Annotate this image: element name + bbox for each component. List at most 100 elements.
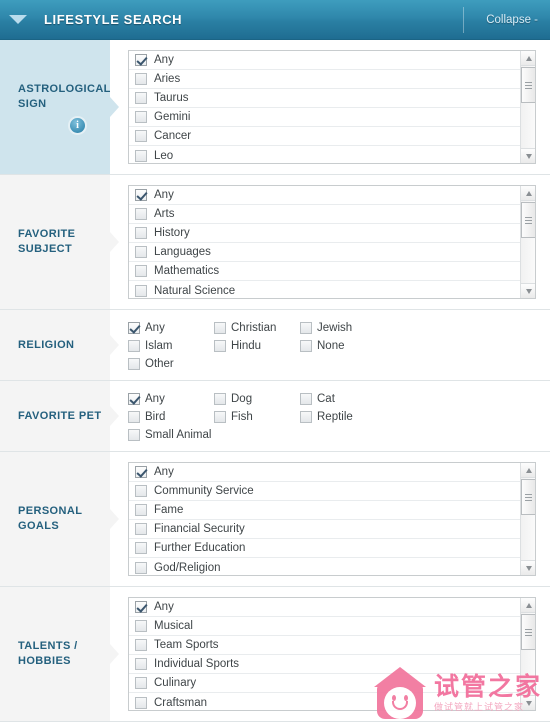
checkbox-option[interactable]: Any [128, 393, 214, 405]
checkbox[interactable] [128, 429, 140, 441]
checkbox[interactable] [214, 322, 226, 334]
scroll-up-button[interactable] [521, 186, 535, 201]
list-item[interactable]: Any [129, 598, 520, 617]
checkbox[interactable] [135, 523, 147, 535]
checkbox[interactable] [214, 393, 226, 405]
page-title: LIFESTYLE SEARCH [44, 12, 183, 27]
checkbox[interactable] [135, 130, 147, 142]
checkbox[interactable] [135, 227, 147, 239]
checkbox-option[interactable]: Christian [214, 322, 300, 334]
scroll-down-button[interactable] [521, 283, 535, 298]
list-item[interactable]: Further Education [129, 539, 520, 558]
checkbox[interactable] [135, 561, 147, 574]
checkbox[interactable] [300, 393, 312, 405]
checkbox[interactable] [214, 411, 226, 423]
checkbox-option[interactable]: None [300, 340, 386, 352]
checkbox-option[interactable]: Small Animal [128, 429, 214, 441]
checkbox[interactable] [135, 92, 147, 104]
list-item[interactable]: Taurus [129, 89, 520, 108]
scrollbar-thumb[interactable] [521, 67, 535, 103]
collapse-button[interactable]: Collapse - [486, 14, 538, 26]
checkbox[interactable] [128, 393, 140, 405]
checkbox[interactable] [135, 208, 147, 220]
checkbox[interactable] [135, 658, 147, 670]
scrollbar-thumb[interactable] [521, 479, 535, 515]
checkbox[interactable] [128, 358, 140, 370]
scrollbar-thumb[interactable] [521, 614, 535, 650]
panel-collapse-toggle[interactable] [0, 0, 36, 40]
checkbox[interactable] [135, 284, 147, 297]
checkbox[interactable] [135, 639, 147, 651]
list-item[interactable]: Any [129, 51, 520, 70]
scroll-listbox[interactable]: Any Community Service Fame Financial Sec… [128, 462, 536, 576]
scroll-down-button[interactable] [521, 560, 535, 575]
checkbox[interactable] [135, 620, 147, 632]
scrollbar[interactable] [520, 463, 535, 575]
list-item[interactable]: History [129, 224, 520, 243]
list-item[interactable]: Community Service [129, 482, 520, 501]
checkbox-option[interactable]: Reptile [300, 411, 386, 423]
checkbox-option[interactable]: Dog [214, 393, 300, 405]
list-item[interactable]: Leo [129, 146, 520, 163]
checkbox-option[interactable]: Other [128, 358, 214, 370]
list-item[interactable]: Culinary [129, 674, 520, 693]
list-item[interactable]: Arts [129, 205, 520, 224]
list-item[interactable]: Languages [129, 243, 520, 262]
checkbox[interactable] [135, 485, 147, 497]
checkbox-option[interactable]: Cat [300, 393, 386, 405]
checkbox[interactable] [135, 111, 147, 123]
list-item[interactable]: Mathematics [129, 262, 520, 281]
list-item[interactable]: Gemini [129, 108, 520, 127]
checkbox[interactable] [135, 265, 147, 277]
checkbox[interactable] [135, 246, 147, 258]
checkbox[interactable] [128, 322, 140, 334]
checkbox[interactable] [300, 322, 312, 334]
list-item[interactable]: Craftsman [129, 693, 520, 710]
checkbox-option[interactable]: Fish [214, 411, 300, 423]
list-item[interactable]: Cancer [129, 127, 520, 146]
list-item[interactable]: Natural Science [129, 281, 520, 298]
checkbox[interactable] [135, 73, 147, 85]
list-item[interactable]: Fame [129, 501, 520, 520]
checkbox[interactable] [135, 542, 147, 554]
checkbox[interactable] [128, 340, 140, 352]
scrollbar[interactable] [520, 51, 535, 163]
scroll-up-button[interactable] [521, 51, 535, 66]
scrollbar[interactable] [520, 186, 535, 298]
checkbox[interactable] [135, 601, 147, 613]
checkbox[interactable] [214, 340, 226, 352]
scroll-up-button[interactable] [521, 463, 535, 478]
info-circle-icon[interactable]: i [70, 117, 85, 133]
scroll-down-button[interactable] [521, 695, 535, 710]
checkbox[interactable] [135, 677, 147, 689]
checkbox-option[interactable]: Any [128, 322, 214, 334]
checkbox[interactable] [135, 149, 147, 162]
scroll-listbox[interactable]: Any Aries Taurus Gemini Cancer Leo [128, 50, 536, 164]
checkbox[interactable] [135, 189, 147, 201]
list-item[interactable]: Aries [129, 70, 520, 89]
checkbox-option[interactable]: Jewish [300, 322, 386, 334]
checkbox[interactable] [300, 340, 312, 352]
scrollbar[interactable] [520, 598, 535, 710]
list-item[interactable]: Team Sports [129, 636, 520, 655]
scrollbar-thumb[interactable] [521, 202, 535, 238]
scroll-up-button[interactable] [521, 598, 535, 613]
checkbox-option[interactable]: Islam [128, 340, 214, 352]
scroll-listbox[interactable]: Any Musical Team Sports Individual Sport… [128, 597, 536, 711]
list-item[interactable]: God/Religion [129, 558, 520, 575]
list-item[interactable]: Musical [129, 617, 520, 636]
list-item[interactable]: Financial Security [129, 520, 520, 539]
checkbox[interactable] [135, 54, 147, 66]
list-item[interactable]: Any [129, 463, 520, 482]
checkbox[interactable] [135, 696, 147, 709]
checkbox-option[interactable]: Bird [128, 411, 214, 423]
checkbox[interactable] [300, 411, 312, 423]
checkbox[interactable] [128, 411, 140, 423]
scroll-down-button[interactable] [521, 148, 535, 163]
checkbox[interactable] [135, 466, 147, 478]
checkbox-option[interactable]: Hindu [214, 340, 300, 352]
list-item[interactable]: Individual Sports [129, 655, 520, 674]
scroll-listbox[interactable]: Any Arts History Languages Mathematics N… [128, 185, 536, 299]
list-item[interactable]: Any [129, 186, 520, 205]
checkbox[interactable] [135, 504, 147, 516]
